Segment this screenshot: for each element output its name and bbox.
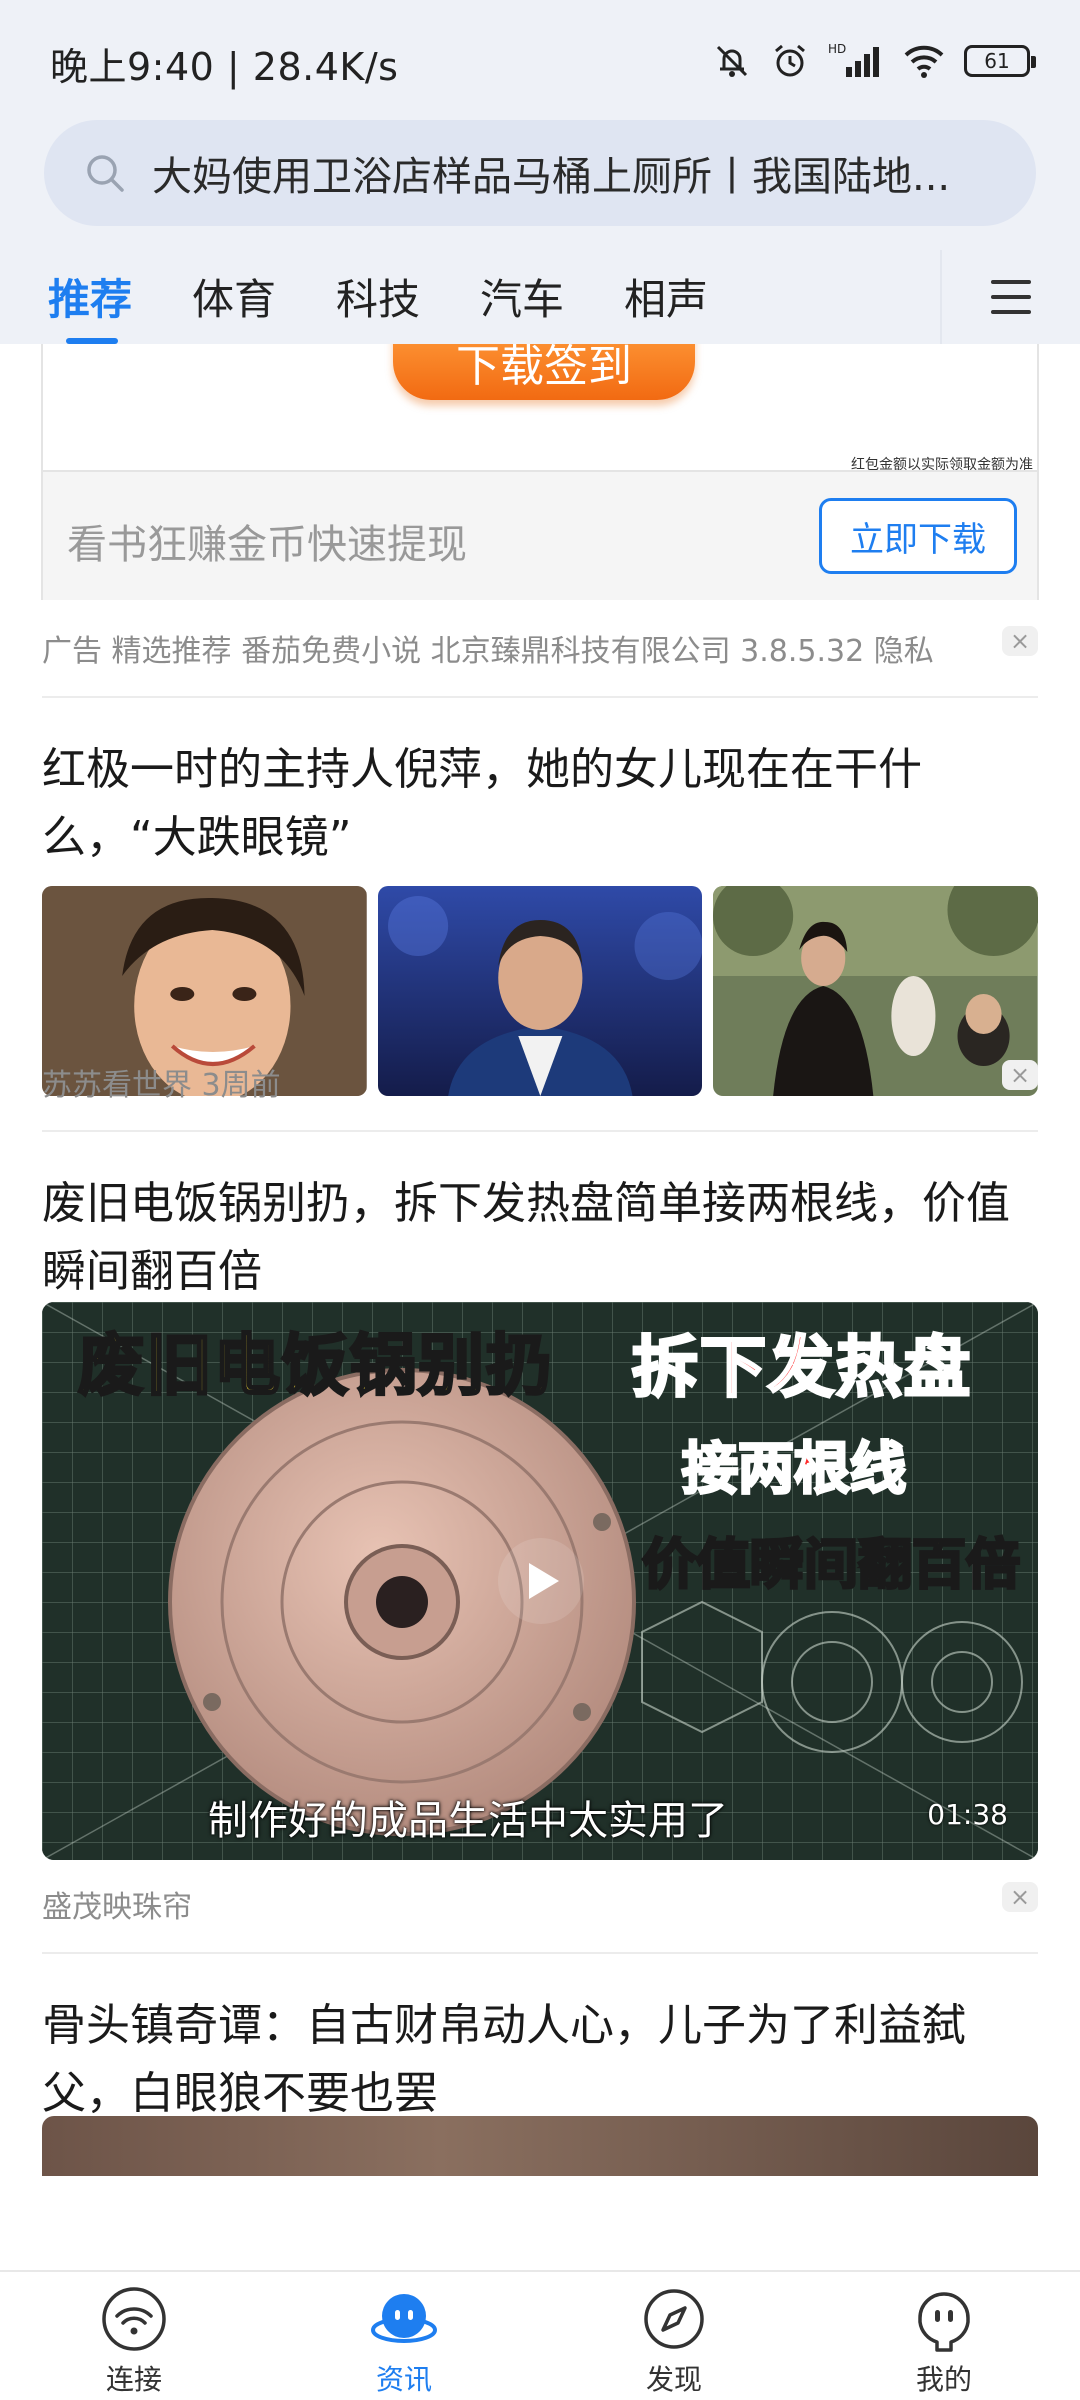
category-tabs: 推荐 体育 科技 汽车 相声 (0, 250, 1080, 344)
nav-connect[interactable]: 连接 (34, 2272, 234, 2400)
status-bar: 晚上9:40 | 28.4K/s HD 61 (0, 0, 1080, 120)
divider (42, 1130, 1038, 1132)
bottom-navigation: 连接 资讯 发现 我的 (0, 2270, 1080, 2400)
article-title[interactable]: 骨头镇奇谭：自古财帛动人心，儿子为了利益弑父，白眼狼不要也罢 (42, 1992, 1038, 2128)
wifi-status-icon (902, 41, 946, 81)
video-overlay-title: 拆下发热盘 (631, 1328, 972, 1408)
article-meta: 苏苏看世界 3周前 (42, 1068, 281, 1103)
article-title[interactable]: 红极一时的主持人倪萍，她的女儿现在在干什么，“大跌眼镜” (42, 736, 1038, 872)
video-duration: 01:38 (927, 1798, 1008, 1831)
battery-indicator: 61 (964, 45, 1036, 77)
article-title[interactable]: 废旧电饭锅别扔，拆下发热盘简单接两根线，价值瞬间翻百倍 (42, 1170, 1038, 1306)
ad-footer: 看书狂赚金币快速提现 立即下载 (43, 470, 1037, 600)
wifi-icon (102, 2287, 166, 2351)
ad-download-now-button[interactable]: 立即下载 (819, 498, 1017, 574)
news-face-icon (371, 2294, 437, 2343)
tab-tech[interactable]: 科技 (336, 266, 420, 327)
article-image[interactable] (42, 2116, 1038, 2176)
nav-label: 连接 (105, 2363, 162, 2396)
nav-profile[interactable]: 我的 (844, 2272, 1044, 2400)
compass-icon (644, 2289, 704, 2349)
play-button[interactable] (498, 1538, 584, 1624)
status-time-speed: 晚上9:40 | 28.4K/s (50, 45, 399, 89)
nav-label: 资讯 (375, 2363, 432, 2396)
ad-meta: 广告 精选推荐 番茄免费小说 北京臻鼎科技有限公司 3.8.5.32 隐私 (42, 634, 934, 669)
search-hot-query: 大妈使用卫浴店样品马桶上厕所丨我国陆地... (152, 154, 951, 200)
video-overlay-subtitle: 接两根线 (681, 1436, 908, 1504)
profile-face-icon (918, 2292, 970, 2352)
nav-news[interactable]: 资讯 (304, 2272, 504, 2400)
tab-auto[interactable]: 汽车 (480, 266, 564, 327)
video-caption: 制作好的成品生活中太实用了 (208, 1798, 728, 1844)
mute-bell-icon (712, 41, 752, 81)
article-meta: 盛茂映珠帘 (42, 1890, 192, 1925)
status-icons: HD 61 (712, 36, 1036, 86)
article-dismiss-button[interactable]: × (1002, 1060, 1038, 1090)
channel-menu-button[interactable] (940, 250, 1080, 344)
tab-recommend[interactable]: 推荐 (48, 266, 132, 327)
nav-discover[interactable]: 发现 (574, 2272, 774, 2400)
video-overlay-title: 废旧电饭锅别扔 (77, 1326, 554, 1406)
battery-level: 61 (984, 49, 1010, 73)
thumbnail-image (713, 886, 1039, 1096)
menu-icon (991, 280, 1031, 314)
video-overlay-subtitle: 价值瞬间翻百倍 (641, 1532, 1022, 1598)
video-player[interactable]: 废旧电饭锅别扔 拆下发热盘 接两根线 价值瞬间翻百倍 制作好的成品生活中太实用了… (42, 1302, 1038, 1860)
tab-sports[interactable]: 体育 (192, 266, 276, 327)
nav-label: 我的 (915, 2363, 972, 2396)
search-icon (87, 155, 124, 192)
divider (42, 1952, 1038, 1954)
alarm-clock-icon (770, 41, 810, 81)
article-dismiss-button[interactable]: × (1002, 1882, 1038, 1912)
ad-footer-text: 看书狂赚金币快速提现 (67, 522, 467, 568)
ad-card[interactable]: 下载签到 红包金额以实际领取金额为准 看书狂赚金币快速提现 立即下载 (41, 344, 1039, 600)
network-type-label: HD (828, 42, 846, 56)
top-header: 晚上9:40 | 28.4K/s HD 61 大妈使用卫浴店样品马桶上厕所丨我国… (0, 0, 1080, 344)
search-bar[interactable]: 大妈使用卫浴店样品马桶上厕所丨我国陆地... (44, 120, 1036, 226)
ad-dismiss-button[interactable]: × (1002, 626, 1038, 656)
ad-signin-download-button[interactable]: 下载签到 (393, 344, 695, 400)
thumbnail-image (377, 886, 703, 1096)
play-icon (529, 1563, 559, 1599)
divider (42, 696, 1038, 698)
signal-icon: HD (828, 41, 884, 81)
tab-crosstalk[interactable]: 相声 (624, 266, 708, 327)
news-feed[interactable]: 下载签到 红包金额以实际领取金额为准 看书狂赚金币快速提现 立即下载 广告 精选… (0, 344, 1080, 2270)
nav-label: 发现 (645, 2363, 702, 2396)
